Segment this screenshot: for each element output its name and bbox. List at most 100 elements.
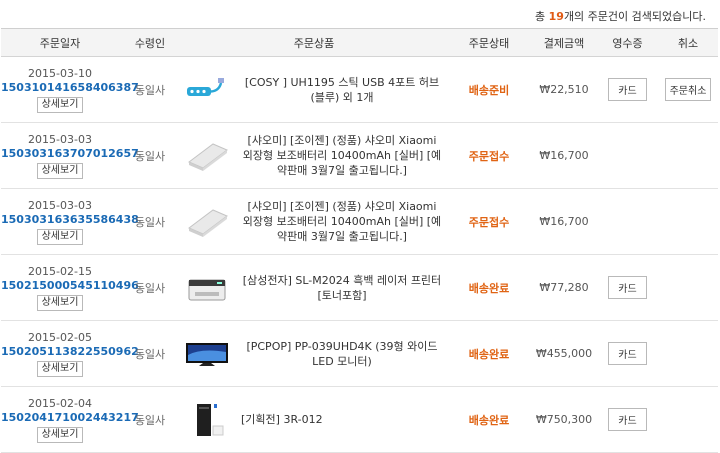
pc-case-icon[interactable]: [181, 398, 233, 442]
product-name-link[interactable]: [COSY ] UH1195 스틱 USB 4포트 허브 (블루) 외 1개: [241, 75, 443, 105]
order-date-cell: 2015-03-10 150310141658406387 상세보기: [1, 56, 139, 123]
order-date: 2015-03-03: [28, 132, 92, 146]
order-status: 주문접수: [468, 149, 510, 163]
product-cell: [삼성전자] SL-M2024 흑백 레이저 프린터 [토너포함]: [181, 254, 447, 321]
cancel-cell: [658, 320, 718, 387]
order-number-link[interactable]: 150205113822550962: [1, 345, 139, 359]
table-row: 2015-03-03 150303163635586438 상세보기 동일사 […: [1, 188, 718, 255]
product-name-link[interactable]: [기획전] 3R-012: [241, 412, 323, 427]
cancel-cell: [658, 254, 718, 321]
summary-prefix: 총: [535, 10, 549, 23]
usb-hub-icon[interactable]: [181, 68, 233, 112]
amount-cell: ₩22,510: [531, 56, 597, 123]
table-row: 2015-03-10 150310141658406387 상세보기 동일사 […: [1, 56, 718, 123]
order-status-cell: 배송완료: [447, 320, 531, 387]
order-status-cell: 배송완료: [447, 386, 531, 453]
order-status: 배송완료: [468, 347, 510, 361]
order-date-cell: 2015-02-05 150205113822550962 상세보기: [1, 320, 139, 387]
col-header-receipt: 영수증: [597, 28, 658, 57]
monitor-icon[interactable]: [181, 332, 233, 376]
detail-button[interactable]: 상세보기: [36, 294, 84, 311]
detail-button[interactable]: 상세보기: [36, 228, 84, 245]
receipt-card-button[interactable]: 카드: [608, 78, 647, 101]
receipt-cell: 카드: [597, 254, 658, 321]
order-date-cell: 2015-03-03 150303163635586438 상세보기: [1, 188, 139, 255]
amount-cell: ₩750,300: [531, 386, 597, 453]
order-date: 2015-03-10: [28, 66, 92, 80]
receipt-cell: [597, 122, 658, 189]
amount-cell: ₩455,000: [531, 320, 597, 387]
payment-amount: ₩455,000: [535, 347, 593, 360]
detail-button[interactable]: 상세보기: [36, 162, 84, 179]
payment-amount: ₩750,300: [535, 413, 593, 426]
cancel-cell: [658, 386, 718, 453]
col-header-amount: 결제금액: [531, 28, 597, 57]
detail-button[interactable]: 상세보기: [36, 360, 84, 377]
order-number-link[interactable]: 150303163635586438: [1, 213, 139, 227]
cancel-cell: [658, 188, 718, 255]
cancel-cell: 주문취소: [658, 56, 718, 123]
table-row: 2015-03-03 150303163707012657 상세보기 동일사 […: [1, 122, 718, 189]
table-header-row: 주문일자 수령인 주문상품 주문상태 결제금액 영수증 취소: [1, 28, 718, 57]
order-number-link[interactable]: 150215000545110496: [1, 279, 139, 293]
receipt-cell: 카드: [597, 320, 658, 387]
cancel-order-button[interactable]: 주문취소: [664, 78, 712, 101]
product-cell: [샤오미] [조이젠] (정품) 샤오미 Xiaomi 외장형 보조배터리 10…: [181, 122, 447, 189]
order-status: 배송준비: [468, 83, 510, 97]
table-row: 2015-02-04 150204171002443217 상세보기 동일사 […: [1, 386, 718, 453]
receipt-card-button[interactable]: 카드: [608, 408, 647, 431]
order-date: 2015-02-15: [28, 264, 92, 278]
product-cell: [COSY ] UH1195 스틱 USB 4포트 허브 (블루) 외 1개: [181, 56, 447, 123]
receipt-card-button[interactable]: 카드: [608, 276, 647, 299]
order-number-link[interactable]: 150310141658406387: [1, 81, 139, 95]
payment-amount: ₩16,700: [539, 149, 589, 162]
order-status-cell: 배송완료: [447, 254, 531, 321]
col-header-status: 주문상태: [447, 28, 531, 57]
product-name-link[interactable]: [PCPOP] PP-039UHD4K (39형 와이드 LED 모니터): [241, 339, 443, 369]
receipt-cell: [597, 188, 658, 255]
product-name-link[interactable]: [삼성전자] SL-M2024 흑백 레이저 프린터 [토너포함]: [241, 273, 443, 303]
order-date-cell: 2015-02-15 150215000545110496 상세보기: [1, 254, 139, 321]
order-status-cell: 주문접수: [447, 188, 531, 255]
product-name-link[interactable]: [샤오미] [조이젠] (정품) 샤오미 Xiaomi 외장형 보조배터리 10…: [241, 199, 443, 244]
payment-amount: ₩22,510: [539, 83, 589, 96]
order-number-link[interactable]: 150204171002443217: [1, 411, 139, 425]
order-status-cell: 배송준비: [447, 56, 531, 123]
printer-icon[interactable]: [181, 266, 233, 310]
order-date-cell: 2015-03-03 150303163707012657 상세보기: [1, 122, 139, 189]
receipt-cell: 카드: [597, 56, 658, 123]
table-row: 2015-02-15 150215000545110496 상세보기 동일사 […: [1, 254, 718, 321]
order-date: 2015-03-03: [28, 198, 92, 212]
order-number-link[interactable]: 150303163707012657: [1, 147, 139, 161]
payment-amount: ₩77,280: [539, 281, 589, 294]
order-date-cell: 2015-02-04 150204171002443217 상세보기: [1, 386, 139, 453]
summary-suffix: 개의 주문건이 검색되었습니다.: [563, 10, 706, 23]
order-status: 배송완료: [468, 413, 510, 427]
order-status: 주문접수: [468, 215, 510, 229]
payment-amount: ₩16,700: [539, 215, 589, 228]
power-bank-icon[interactable]: [181, 134, 233, 178]
table-row: 2015-02-05 150205113822550962 상세보기 동일사 […: [1, 320, 718, 387]
power-bank-icon[interactable]: [181, 200, 233, 244]
order-status: 배송완료: [468, 281, 510, 295]
col-header-product: 주문상품: [181, 28, 447, 57]
col-header-recipient: 수령인: [119, 28, 181, 57]
amount-cell: ₩16,700: [531, 122, 597, 189]
product-name-link[interactable]: [샤오미] [조이젠] (정품) 샤오미 Xiaomi 외장형 보조배터리 10…: [241, 133, 443, 178]
amount-cell: ₩77,280: [531, 254, 597, 321]
detail-button[interactable]: 상세보기: [36, 96, 84, 113]
order-table: 주문일자 수령인 주문상품 주문상태 결제금액 영수증 취소 2015-03-1…: [1, 28, 718, 453]
receipt-cell: 카드: [597, 386, 658, 453]
product-cell: [PCPOP] PP-039UHD4K (39형 와이드 LED 모니터): [181, 320, 447, 387]
order-date: 2015-02-05: [28, 330, 92, 344]
col-header-order-date: 주문일자: [1, 28, 119, 57]
result-count: 19: [548, 10, 564, 23]
search-result-summary: 총 19개의 주문건이 검색되었습니다.: [535, 8, 706, 24]
detail-button[interactable]: 상세보기: [36, 426, 84, 443]
receipt-card-button[interactable]: 카드: [608, 342, 647, 365]
product-cell: [샤오미] [조이젠] (정품) 샤오미 Xiaomi 외장형 보조배터리 10…: [181, 188, 447, 255]
amount-cell: ₩16,700: [531, 188, 597, 255]
order-status-cell: 주문접수: [447, 122, 531, 189]
product-cell: [기획전] 3R-012: [181, 386, 447, 453]
order-date: 2015-02-04: [28, 396, 92, 410]
